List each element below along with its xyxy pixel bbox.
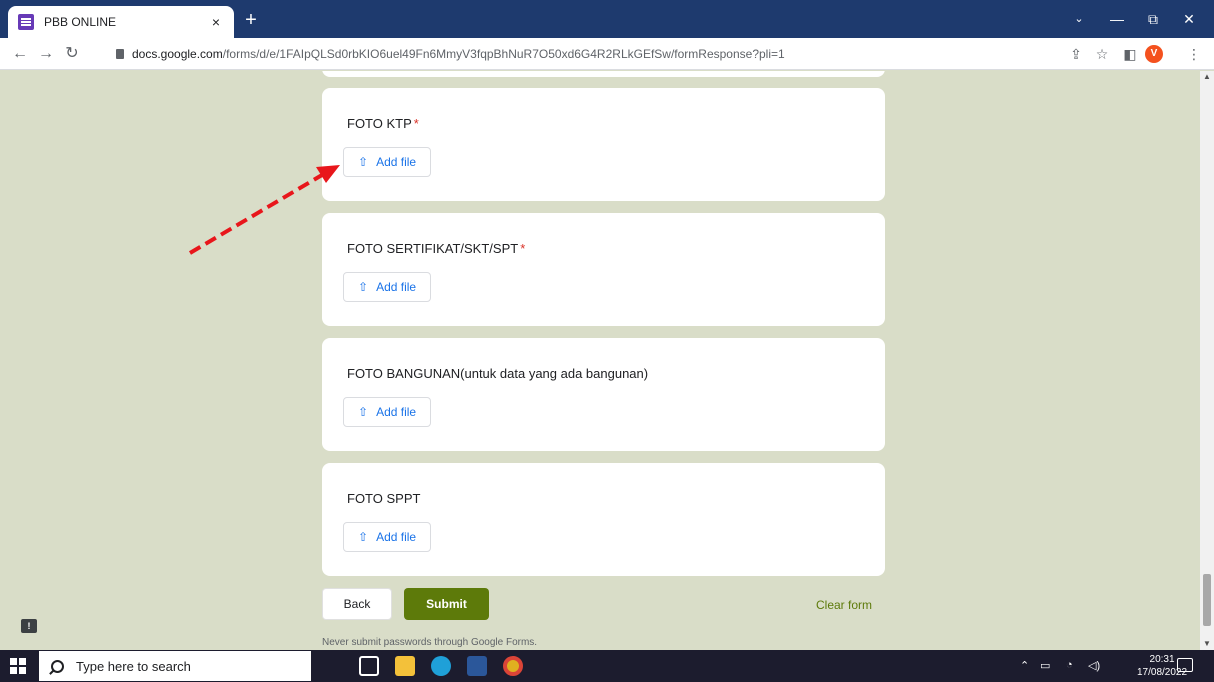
tab-close-icon[interactable]: × [208,14,224,30]
page-viewport: FOTO KTP * ⇧ Add file FOTO SERTIFIKAT/SKT/… [0,71,1214,650]
side-panel-icon[interactable]: ◧ [1120,44,1140,64]
page-scrollbar[interactable]: ▲ ▼ [1200,71,1214,650]
close-window-button[interactable]: ✕ [1172,8,1206,30]
question-card-foto-bangunan: FOTO BANGUNAN(untuk data yang ada bangun… [322,338,885,451]
windows-taskbar: Type here to search ⌃ ▭ ◔ ◁) 20:31 17/08… [0,650,1214,682]
back-arrow-icon[interactable]: ← [10,44,30,64]
maximize-button[interactable]: ⧉ [1136,8,1170,30]
tab-search-icon[interactable]: ⌄ [1062,8,1096,30]
word-icon[interactable] [467,656,487,676]
search-icon [51,659,64,673]
share-icon[interactable]: ⇪ [1066,44,1086,64]
question-title: FOTO SERTIFIKAT/SKT/SPT * [347,241,526,256]
search-placeholder: Type here to search [76,658,191,674]
new-tab-button[interactable]: + [240,10,262,32]
question-title: FOTO SPPT [347,491,421,506]
scroll-thumb[interactable] [1203,574,1211,626]
annotation-arrow-line [188,173,324,255]
tray-chevron-icon[interactable]: ⌃ [1020,659,1029,672]
browser-tab[interactable]: PBB ONLINE × [8,6,234,38]
wifi-icon[interactable]: ◔ [1066,659,1073,671]
menu-kebab-icon[interactable]: ⋮ [1184,44,1204,64]
edge-browser-icon[interactable] [431,656,451,676]
taskbar-search-box[interactable]: Type here to search [39,651,311,681]
question-title: FOTO BANGUNAN(untuk data yang ada bangun… [347,366,649,381]
question-card-foto-sppt: FOTO SPPT ⇧ Add file [322,463,885,576]
chrome-icon[interactable] [503,656,523,676]
upload-icon: ⇧ [358,405,369,419]
question-card-foto-sertifikat: FOTO SERTIFIKAT/SKT/SPT * ⇧ Add file [322,213,885,326]
google-forms-icon [18,14,34,30]
bookmark-star-icon[interactable]: ☆ [1092,44,1112,64]
upload-icon: ⇧ [358,155,369,169]
url-path: /forms/d/e/1FAIpQLSd0rbKIO6uel49Fn6MmyV3… [222,47,785,61]
password-warning: Never submit passwords through Google Fo… [322,637,538,648]
upload-icon: ⇧ [358,530,369,544]
add-file-button[interactable]: ⇧ Add file [343,272,432,302]
browser-toolbar: ← → ↻ docs.google.com/forms/d/e/1FAIpQLS… [0,38,1214,70]
forward-arrow-icon[interactable]: → [36,44,56,64]
file-explorer-icon[interactable] [395,656,415,676]
back-button[interactable]: Back [322,588,392,620]
add-file-button[interactable]: ⇧ Add file [343,522,432,552]
address-bar[interactable]: docs.google.com/forms/d/e/1FAIpQLSd0rbKI… [116,47,785,61]
submit-button[interactable]: Submit [404,588,489,620]
add-file-button[interactable]: ⇧ Add file [343,397,432,427]
windows-start-icon[interactable] [10,658,26,674]
required-asterisk: * [520,241,526,256]
feedback-icon[interactable]: ! [21,619,37,633]
tab-title: PBB ONLINE [44,15,117,29]
scroll-up-icon[interactable]: ▲ [1200,71,1214,83]
lock-icon [116,49,124,59]
volume-icon[interactable]: ◁) [1088,659,1100,672]
notification-icon[interactable] [1177,658,1193,672]
question-title: FOTO KTP * [347,116,419,131]
profile-avatar[interactable]: V [1145,45,1163,63]
minimize-button[interactable]: — [1100,8,1134,30]
question-card-partial [322,71,885,77]
upload-icon: ⇧ [358,280,369,294]
required-asterisk: * [413,116,419,131]
reload-icon[interactable]: ↻ [62,44,82,64]
task-view-icon[interactable] [359,656,379,676]
scroll-down-icon[interactable]: ▼ [1200,638,1214,650]
browser-tab-bar: PBB ONLINE × + ⌄ — ⧉ ✕ [0,0,1214,38]
question-card-foto-ktp: FOTO KTP * ⇧ Add file [322,88,885,201]
clear-form-link[interactable]: Clear form [816,598,872,612]
network-icon[interactable]: ▭ [1040,659,1050,672]
url-host: docs.google.com [132,47,223,61]
add-file-button[interactable]: ⇧ Add file [343,147,432,177]
